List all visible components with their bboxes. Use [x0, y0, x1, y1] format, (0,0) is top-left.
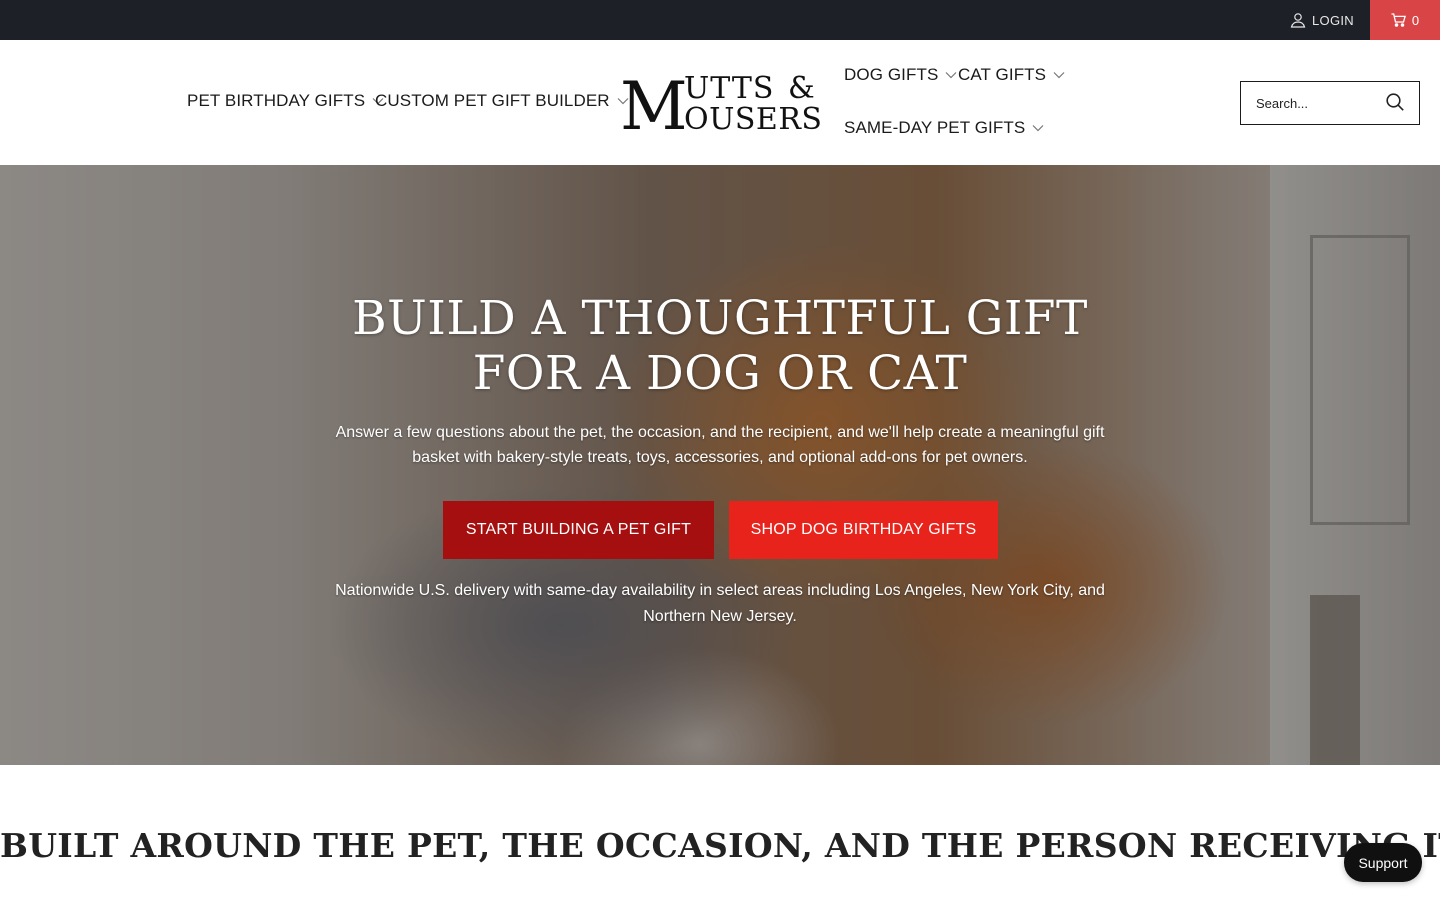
nav-label: CUSTOM PET GIFT BUILDER — [375, 91, 610, 110]
login-label: LOGIN — [1312, 12, 1354, 28]
chevron-down-icon — [945, 72, 957, 79]
login-link[interactable]: LOGIN — [1290, 0, 1354, 40]
hero-subtitle: Answer a few questions about the pet, th… — [335, 424, 1105, 466]
cart-button[interactable]: 0 — [1370, 0, 1440, 40]
hero-content: BUILD A THOUGHTFUL GIFT FOR A DOG OR CAT… — [0, 165, 1440, 765]
top-bar: LOGIN 0 — [0, 0, 1440, 40]
hero-banner: BUILD A THOUGHTFUL GIFT FOR A DOG OR CAT… — [0, 165, 1440, 765]
cart-icon — [1391, 13, 1406, 27]
support-button[interactable]: Support — [1344, 843, 1422, 882]
site-logo[interactable]: M UTTS & OUSERS — [620, 70, 822, 134]
search-box — [1240, 81, 1420, 125]
logo-text-ousers: OUSERS — [684, 102, 822, 134]
nav-label: PET BIRTHDAY GIFTS — [187, 91, 366, 110]
site-header: PET BIRTHDAY GIFTS CUSTOM PET GIFT BUILD… — [0, 40, 1440, 165]
cart-count: 0 — [1411, 12, 1420, 28]
nav-dog-gifts[interactable]: DOG GIFTS — [844, 65, 957, 85]
hero-title: BUILD A THOUGHTFUL GIFT FOR A DOG OR CAT — [352, 291, 1088, 401]
start-building-gift-button[interactable]: START BUILDING A PET GIFT — [443, 501, 714, 559]
section-title: BUILT AROUND THE PET, THE OCCASION, AND … — [0, 826, 1440, 865]
nav-label: CAT GIFTS — [958, 65, 1047, 84]
chevron-down-icon — [1053, 72, 1065, 79]
nav-label: SAME-DAY PET GIFTS — [844, 118, 1026, 137]
logo-letter-m: M — [620, 70, 688, 134]
delivery-note: Nationwide U.S. delivery with same-day a… — [335, 582, 1105, 625]
nav-custom-pet-gift-builder[interactable]: CUSTOM PET GIFT BUILDER — [375, 91, 629, 111]
chevron-down-icon — [1032, 125, 1044, 132]
shop-dog-birthday-gifts-button[interactable]: SHOP DOG BIRTHDAY GIFTS — [729, 501, 998, 559]
nav-cat-gifts[interactable]: CAT GIFTS — [958, 65, 1065, 85]
nav-pet-birthday-gifts[interactable]: PET BIRTHDAY GIFTS — [187, 91, 384, 111]
user-icon — [1290, 13, 1306, 28]
logo-text-utts: UTTS — [684, 71, 774, 106]
nav-same-day-pet-gifts[interactable]: SAME-DAY PET GIFTS — [844, 118, 1044, 138]
search-icon[interactable] — [1385, 92, 1405, 112]
search-input[interactable] — [1256, 95, 1386, 111]
nav-label: DOG GIFTS — [844, 65, 939, 84]
logo-ampersand: & — [788, 71, 815, 106]
